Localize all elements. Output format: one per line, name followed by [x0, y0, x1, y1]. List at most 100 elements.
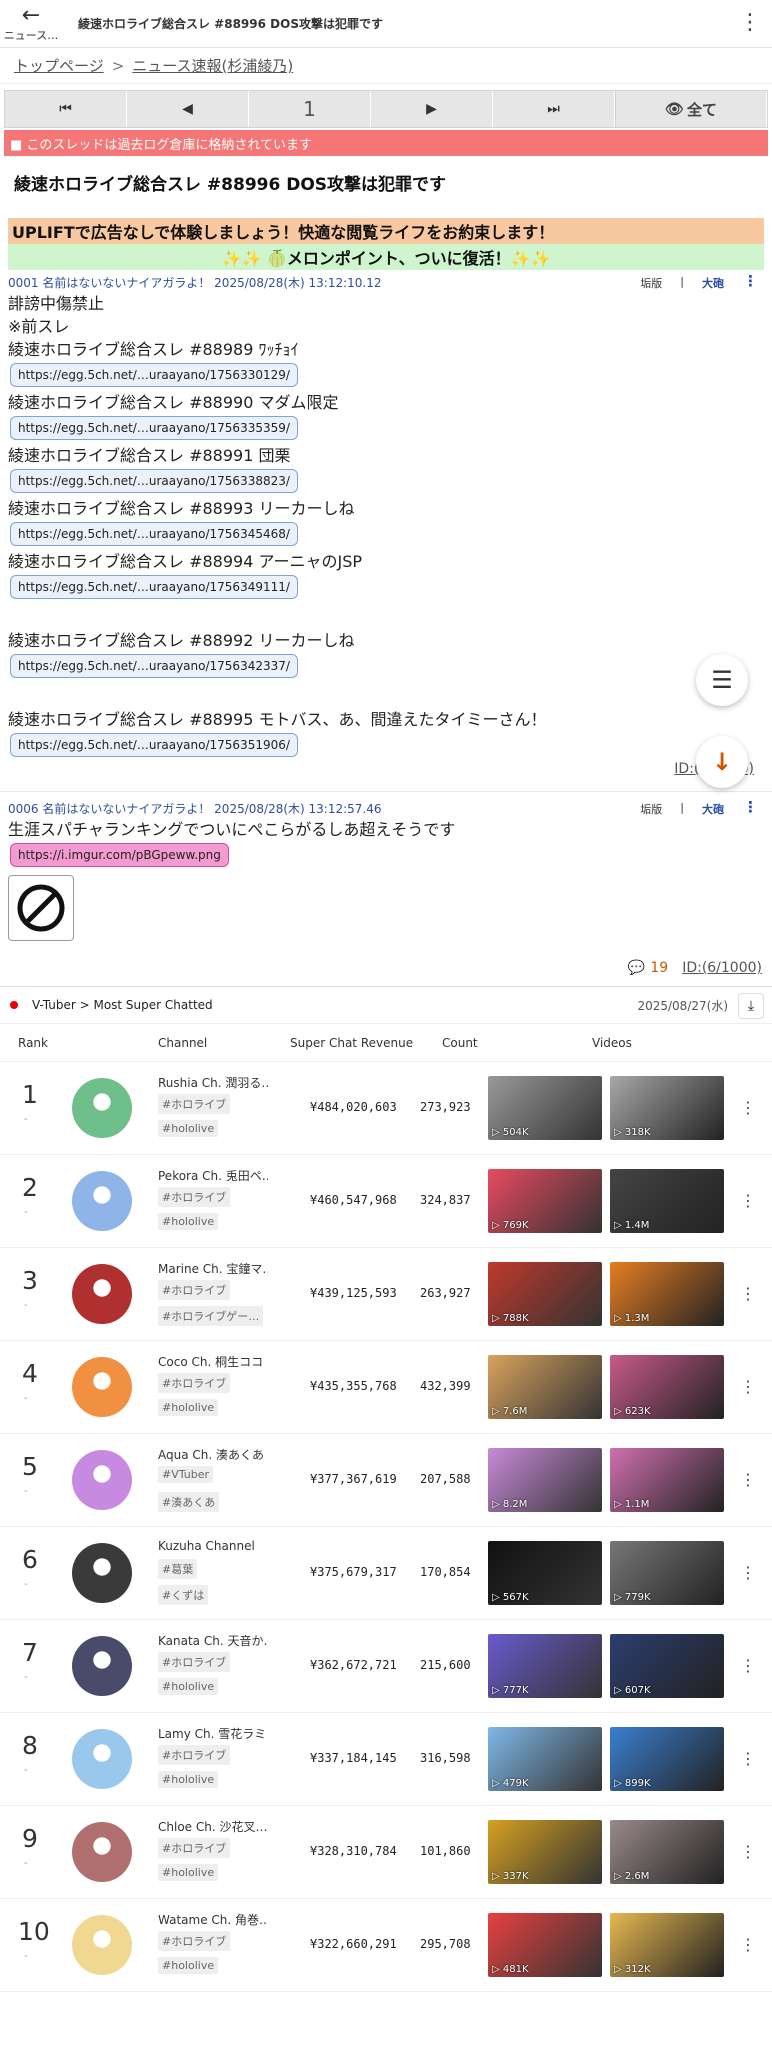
video-thumbnail[interactable]: ▷ 2.6M — [610, 1820, 724, 1884]
channel-tag[interactable]: #ホロライブ — [158, 1187, 231, 1207]
avatar[interactable] — [72, 1729, 132, 1789]
channel-name[interactable]: Rushia Ch. 潤羽る… — [158, 1074, 268, 1091]
video-thumbnail[interactable]: ▷ 481K — [488, 1913, 602, 1977]
thread-link[interactable]: https://egg.5ch.net/…uraayano/1756351906… — [10, 733, 298, 757]
last-page-button[interactable]: ⏭ — [493, 91, 615, 127]
back-button[interactable]: ← ニュース… — [0, 0, 62, 48]
ranking-row[interactable]: 6 - Kuzuha Channel #葛葉 #くずは ¥375,679,317 170,8… — [0, 1527, 772, 1620]
row-menu-icon[interactable]: ⋮ — [740, 1377, 756, 1396]
video-thumbnail[interactable]: ▷ 779K — [610, 1541, 724, 1605]
channel-name[interactable]: Coco Ch. 桐生ココ — [158, 1353, 268, 1370]
channel-tag[interactable]: #hololive — [158, 1120, 219, 1137]
row-menu-icon[interactable]: ⋮ — [740, 1470, 756, 1489]
thread-link[interactable]: https://egg.5ch.net/…uraayano/1756345468… — [10, 522, 298, 546]
post-id[interactable]: ID:(1/1000) — [8, 761, 764, 781]
video-thumbnail[interactable]: ▷ 504K — [488, 1076, 602, 1140]
download-icon[interactable]: ⤓ — [738, 993, 764, 1019]
row-menu-icon[interactable]: ⋮ — [740, 1191, 756, 1210]
channel-tag[interactable]: #ホロライブ — [158, 1373, 231, 1393]
reply-count[interactable]: 💬 19 — [628, 960, 668, 976]
avatar[interactable] — [72, 1543, 132, 1603]
list-fab-button[interactable]: ☰ — [696, 654, 748, 706]
channel-tag[interactable]: #ホロライブ — [158, 1652, 231, 1672]
avatar[interactable] — [72, 1450, 132, 1510]
blocked-image-icon[interactable] — [8, 875, 74, 941]
channel-name[interactable]: Kuzuha Channel — [158, 1539, 268, 1553]
video-thumbnail[interactable]: ▷ 337K — [488, 1820, 602, 1884]
video-thumbnail[interactable]: ▷ 1.4M — [610, 1169, 724, 1233]
thread-link[interactable]: https://egg.5ch.net/…uraayano/1756338823… — [10, 469, 298, 493]
row-menu-icon[interactable]: ⋮ — [740, 1935, 756, 1954]
channel-name[interactable]: Lamy Ch. 雪花ラミィ — [158, 1725, 268, 1742]
image-link[interactable]: https://i.imgur.com/pBGpeww.png — [10, 843, 229, 867]
video-thumbnail[interactable]: ▷ 7.6M — [488, 1355, 602, 1419]
video-thumbnail[interactable]: ▷ 899K — [610, 1727, 724, 1791]
show-all-button[interactable]: 👁 全て — [615, 91, 767, 127]
post-meta-a[interactable]: 垢版 — [640, 801, 662, 817]
post-meta-b[interactable]: 大砲 — [702, 801, 724, 817]
row-menu-icon[interactable]: ⋮ — [740, 1842, 756, 1861]
next-page-button[interactable]: ▶ — [371, 91, 493, 127]
channel-tag[interactable]: #hololive — [158, 1864, 219, 1881]
channel-name[interactable]: Pekora Ch. 兎田ペ… — [158, 1167, 268, 1184]
channel-tag[interactable]: #hololive — [158, 1399, 219, 1416]
avatar[interactable] — [72, 1171, 132, 1231]
post-menu-icon[interactable]: ⋮ — [743, 272, 758, 290]
avatar[interactable] — [72, 1357, 132, 1417]
ranking-row[interactable]: 4 - Coco Ch. 桐生ココ #ホロライブ #hololive ¥435,355,7… — [0, 1341, 772, 1434]
video-thumbnail[interactable]: ▷ 312K — [610, 1913, 724, 1977]
ad-banner-uplift[interactable]: UPLIFTで広告なしで体験しましょう！快適な閲覧ライフをお約束します！ — [8, 218, 764, 244]
video-thumbnail[interactable]: ▷ 788K — [488, 1262, 602, 1326]
ranking-row[interactable]: 8 - Lamy Ch. 雪花ラミィ #ホロライブ #hololive ¥337,184,… — [0, 1713, 772, 1806]
channel-tag[interactable]: #ホロライブ — [158, 1280, 231, 1300]
row-menu-icon[interactable]: ⋮ — [740, 1098, 756, 1117]
avatar[interactable] — [72, 1078, 132, 1138]
row-menu-icon[interactable]: ⋮ — [740, 1656, 756, 1675]
ranking-row[interactable]: 2 - Pekora Ch. 兎田ペ… #ホロライブ #hololive ¥460,547… — [0, 1155, 772, 1248]
breadcrumb-current[interactable]: ニュース速報(杉浦綾乃) — [132, 55, 293, 76]
channel-tag[interactable]: #湊あくあ — [158, 1492, 220, 1512]
channel-tag[interactable]: #ホロライブゲー… — [158, 1306, 264, 1326]
more-vert-icon[interactable]: ⋮ — [738, 12, 762, 34]
post-meta-a[interactable]: 垢版 — [640, 275, 662, 291]
channel-tag[interactable]: #hololive — [158, 1213, 219, 1230]
video-thumbnail[interactable]: ▷ 479K — [488, 1727, 602, 1791]
channel-tag[interactable]: #くずは — [158, 1585, 209, 1605]
channel-tag[interactable]: #hololive — [158, 1771, 219, 1788]
channel-tag[interactable]: #hololive — [158, 1957, 219, 1974]
thread-link[interactable]: https://egg.5ch.net/…uraayano/1756335359… — [10, 416, 298, 440]
video-thumbnail[interactable]: ▷ 8.2M — [488, 1448, 602, 1512]
video-thumbnail[interactable]: ▷ 567K — [488, 1541, 602, 1605]
channel-name[interactable]: Aqua Ch. 湊あくあ — [158, 1446, 268, 1463]
video-thumbnail[interactable]: ▷ 318K — [610, 1076, 724, 1140]
video-thumbnail[interactable]: ▷ 777K — [488, 1634, 602, 1698]
channel-tag[interactable]: #葛葉 — [158, 1559, 198, 1579]
channel-tag[interactable]: #VTuber — [158, 1466, 214, 1483]
avatar[interactable] — [72, 1636, 132, 1696]
page-number[interactable]: 1 — [249, 91, 371, 127]
avatar[interactable] — [72, 1822, 132, 1882]
row-menu-icon[interactable]: ⋮ — [740, 1749, 756, 1768]
ad-banner-melon[interactable]: ✨✨ 🍈メロンポイント、ついに復活！✨✨ — [8, 244, 764, 270]
row-menu-icon[interactable]: ⋮ — [740, 1284, 756, 1303]
thread-link[interactable]: https://egg.5ch.net/…uraayano/1756342337… — [10, 654, 298, 678]
video-thumbnail[interactable]: ▷ 623K — [610, 1355, 724, 1419]
breadcrumb-home[interactable]: トップページ — [14, 55, 104, 76]
ranking-row[interactable]: 5 - Aqua Ch. 湊あくあ #VTuber #湊あくあ ¥377,367,619 2… — [0, 1434, 772, 1527]
ranking-row[interactable]: 3 - Marine Ch. 宝鐘マ… #ホロライブ #ホロライブゲー… ¥439,125… — [0, 1248, 772, 1341]
channel-name[interactable]: Chloe Ch. 沙花叉… — [158, 1818, 268, 1835]
video-thumbnail[interactable]: ▷ 1.3M — [610, 1262, 724, 1326]
prev-page-button[interactable]: ◀ — [127, 91, 249, 127]
ranking-row[interactable]: 7 - Kanata Ch. 天音か… #ホロライブ #hololive ¥362,672… — [0, 1620, 772, 1713]
scroll-down-fab-button[interactable]: ↓ — [696, 736, 748, 788]
video-thumbnail[interactable]: ▷ 769K — [488, 1169, 602, 1233]
avatar[interactable] — [72, 1915, 132, 1975]
channel-name[interactable]: Marine Ch. 宝鐘マ… — [158, 1260, 268, 1277]
channel-tag[interactable]: #ホロライブ — [158, 1838, 231, 1858]
thread-link[interactable]: https://egg.5ch.net/…uraayano/1756330129… — [10, 363, 298, 387]
ranking-row[interactable]: 10 - Watame Ch. 角巻… #ホロライブ #hololive ¥322,660… — [0, 1899, 772, 1992]
channel-tag[interactable]: #ホロライブ — [158, 1931, 231, 1951]
first-page-button[interactable]: ⏮ — [5, 91, 127, 127]
ranking-row[interactable]: 9 - Chloe Ch. 沙花叉… #ホロライブ #hololive ¥328,310,… — [0, 1806, 772, 1899]
channel-tag[interactable]: #ホロライブ — [158, 1745, 231, 1765]
